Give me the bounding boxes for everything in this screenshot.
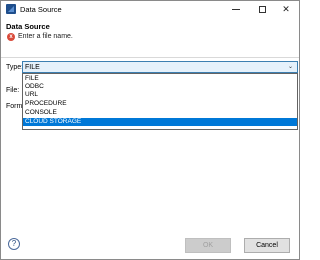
error-message: Enter a file name. — [18, 33, 73, 40]
format-label: Form — [6, 103, 23, 110]
dialog-header: Data Source x Enter a file name. — [1, 18, 299, 44]
header-separator — [1, 57, 299, 58]
dialog-window: Data Source ✕ Data Source x Enter a file… — [0, 0, 300, 260]
app-icon — [6, 4, 16, 14]
file-label: File: — [6, 87, 20, 94]
cancel-button[interactable]: Cancel — [244, 238, 290, 253]
dropdown-option-url[interactable]: URL — [23, 91, 297, 99]
dropdown-option-procedure[interactable]: PROCEDURE — [23, 100, 297, 108]
window-title: Data Source — [20, 5, 62, 14]
type-combobox-value: FILE — [25, 64, 40, 71]
type-label: Type: — [6, 64, 24, 71]
type-dropdown-list: FILE ODBC URL PROCEDURE CONSOLE CLOUD ST… — [22, 73, 298, 130]
ok-button[interactable]: OK — [185, 238, 231, 253]
maximize-icon — [258, 5, 266, 13]
dropdown-option-file[interactable]: FILE — [23, 75, 297, 83]
chevron-down-icon[interactable]: ⌄ — [288, 64, 294, 70]
maximize-button[interactable] — [250, 2, 274, 16]
header-title: Data Source — [6, 22, 50, 31]
type-combobox[interactable]: FILE ⌄ — [22, 61, 298, 73]
title-bar: Data Source ✕ — [1, 1, 299, 18]
error-icon: x — [7, 33, 15, 41]
close-icon: ✕ — [282, 3, 290, 14]
close-button[interactable]: ✕ — [274, 2, 298, 16]
minimize-icon — [232, 8, 240, 10]
minimize-button[interactable] — [224, 2, 248, 16]
dropdown-option-cloud-storage[interactable]: CLOUD STORAGE — [23, 118, 297, 126]
help-icon[interactable]: ? — [8, 238, 20, 250]
dropdown-option-odbc[interactable]: ODBC — [23, 83, 297, 91]
dropdown-option-console[interactable]: CONSOLE — [23, 109, 297, 117]
